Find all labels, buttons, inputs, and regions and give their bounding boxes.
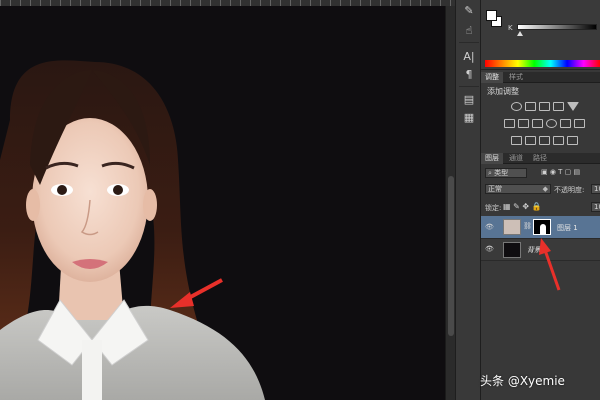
history-brush-icon[interactable]: ✎ [461, 4, 477, 18]
scroll-thumb[interactable] [448, 176, 454, 336]
smudge-icon[interactable]: ☝ [461, 24, 477, 38]
panel-icon-strip: ✎ ☝ A| ¶ ▤ ▦ [455, 0, 481, 400]
mask-annotation-arrow [539, 238, 561, 291]
vertical-scrollbar[interactable] [445, 6, 455, 400]
type-panel-icon[interactable]: A| [461, 50, 477, 64]
tool-separator [459, 42, 479, 43]
tool-separator [459, 86, 479, 87]
paragraph-icon[interactable]: ¶ [461, 68, 477, 82]
right-panels: K 调整 样式 添加调整 图层 通道 路径 ⌕ 类型 ▣ ◉ T ▢ ▤ 正常 … [481, 0, 600, 400]
photoshop-window: ✎ ☝ A| ¶ ▤ ▦ K 调整 样式 添加调整 图层 通道 路径 ⌕ 类型 … [0, 0, 600, 400]
notes-icon[interactable]: ▦ [461, 111, 477, 125]
portrait-image [0, 60, 265, 400]
navigator-icon[interactable]: ▤ [461, 93, 477, 107]
document-canvas[interactable] [0, 0, 455, 400]
watermark-text: 头条 @Xyemie [480, 374, 565, 388]
